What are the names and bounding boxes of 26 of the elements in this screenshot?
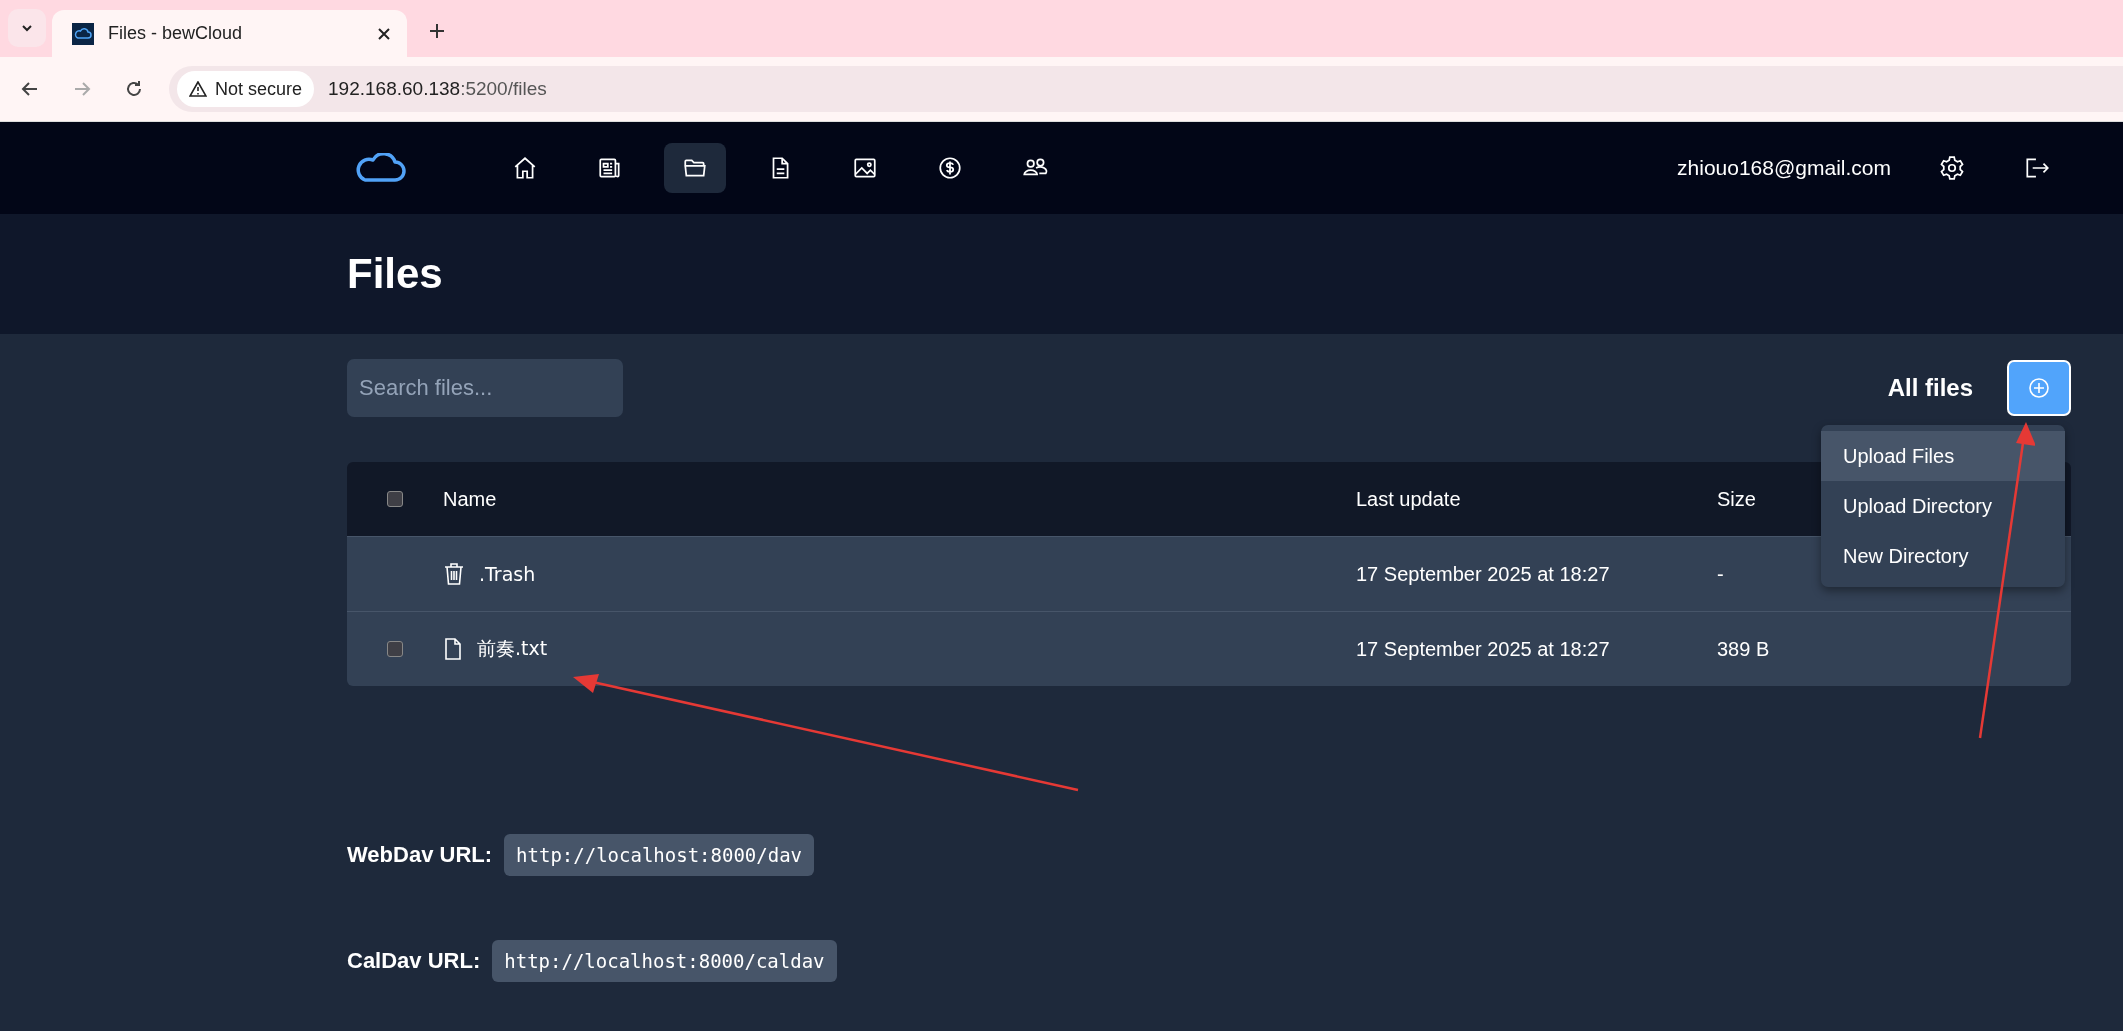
file-name[interactable]: .Trash <box>479 563 536 585</box>
url-label: CalDav URL: <box>347 948 481 974</box>
breadcrumb-label[interactable]: All files <box>1887 374 1973 402</box>
menu-item[interactable]: Upload Files <box>1821 431 2065 481</box>
page-title: Files <box>347 250 444 298</box>
user-email[interactable]: zhiouo168@gmail.com <box>1677 156 1891 180</box>
size-cell: 389 B <box>1717 637 1770 660</box>
column-header: Size <box>1717 487 1756 510</box>
url-text: 192.168.60.138:5200/files <box>328 78 547 100</box>
url-label: WebDav URL: <box>347 842 493 868</box>
security-chip[interactable]: Not secure <box>177 71 315 107</box>
address-bar[interactable]: Not secure 192.168.60.138:5200/files <box>169 66 2123 112</box>
tab-title: Files - bewCloud <box>108 23 244 44</box>
security-warning-text: Not secure <box>215 78 303 100</box>
column-header: Last update <box>1356 487 1461 510</box>
size-cell: - <box>1717 562 1724 585</box>
url-code: http://localhost:8000/dav <box>504 834 815 876</box>
menu-item[interactable]: Upload Directory <box>1821 481 2065 531</box>
search-field[interactable]: Search files... <box>347 359 623 417</box>
column-header: Name <box>443 487 497 510</box>
date-cell: 17 September 2025 at 18:27 <box>1356 637 1610 660</box>
menu-item[interactable]: New Directory <box>1821 531 2065 581</box>
browser-tab[interactable]: Files - bewCloud <box>52 10 407 57</box>
url-code: http://localhost:8000/caldav <box>492 940 837 982</box>
file-name[interactable]: 前奏.txt <box>477 636 548 662</box>
date-cell: 17 September 2025 at 18:27 <box>1356 562 1610 585</box>
